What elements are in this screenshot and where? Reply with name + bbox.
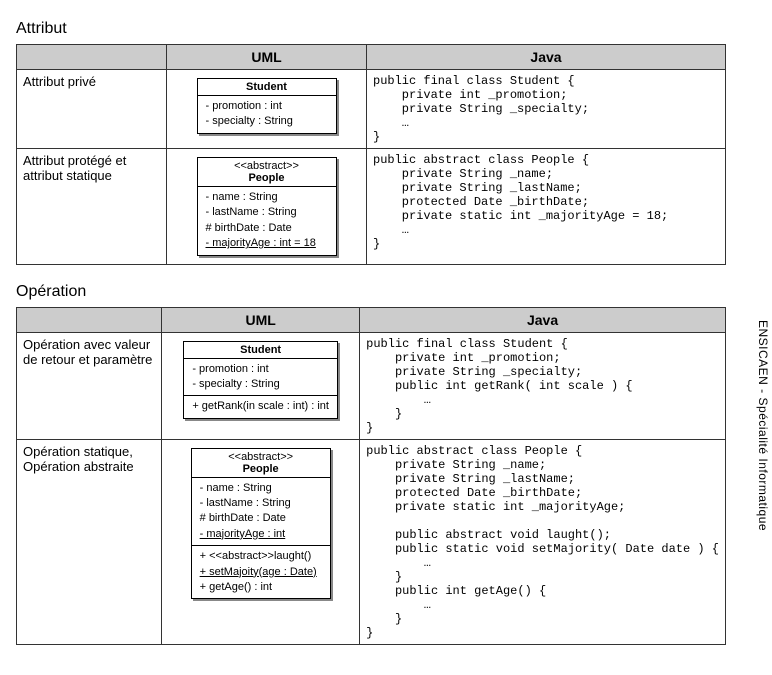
uml-attrs: - name : String - lastName : String # bi… <box>192 478 330 547</box>
uml-attr: - name : String <box>200 481 322 496</box>
side-text: ENSICAEN - Spécialité Informatique <box>756 320 770 531</box>
uml-attr-static: - majorityAge : int = 18 <box>206 236 328 251</box>
uml-stereotype: <<abstract>> <box>234 160 299 172</box>
uml-stereotype: <<abstract>> <box>228 451 293 463</box>
section-title-operation: Opération <box>16 283 756 301</box>
uml-cell: <<abstract>> People - name : String - la… <box>167 149 367 265</box>
java-cell: public final class Student { private int… <box>360 332 726 439</box>
uml-attr: - specialty : String <box>206 114 328 129</box>
section-title-attribut: Attribut <box>16 20 756 38</box>
row-label: Opération avec valeur de retour et param… <box>17 332 162 439</box>
uml-class-name: People <box>248 172 284 184</box>
uml-attr: # birthDate : Date <box>200 511 322 526</box>
uml-attr-static: - majorityAge : int <box>200 527 322 542</box>
uml-class-student: Student - promotion : int - specialty : … <box>183 341 338 419</box>
uml-class-people: <<abstract>> People - name : String - la… <box>191 448 331 600</box>
uml-ops: + getRank(in scale : int) : int <box>184 396 337 417</box>
header-uml: UML <box>167 45 367 70</box>
uml-attr: - lastName : String <box>200 496 322 511</box>
uml-cell: Student - promotion : int - specialty : … <box>167 70 367 149</box>
table-attribut: UML Java Attribut privé Student - promot… <box>16 44 726 265</box>
header-blank <box>17 307 162 332</box>
uml-class-student: Student - promotion : int - specialty : … <box>197 78 337 134</box>
uml-op: + getAge() : int <box>200 580 322 595</box>
row-label: Attribut privé <box>17 70 167 149</box>
uml-class-name: Student <box>246 81 287 93</box>
uml-attr: - promotion : int <box>192 362 329 377</box>
uml-class-name: People <box>243 463 279 475</box>
uml-op-static: + setMajoity(age : Date) <box>200 565 322 580</box>
uml-attrs: - promotion : int - specialty : String <box>184 359 337 397</box>
uml-cell: Student - promotion : int - specialty : … <box>162 332 360 439</box>
uml-attr: - lastName : String <box>206 205 328 220</box>
header-uml: UML <box>162 307 360 332</box>
row-label: Opération statique, Opération abstraite <box>17 439 162 644</box>
table-operation: UML Java Opération avec valeur de retour… <box>16 307 726 645</box>
java-cell: public final class Student { private int… <box>367 70 726 149</box>
uml-attr: - promotion : int <box>206 99 328 114</box>
row-label: Attribut protégé et attribut statique <box>17 149 167 265</box>
uml-cell: <<abstract>> People - name : String - la… <box>162 439 360 644</box>
uml-op: + <<abstract>>laught() <box>200 549 322 564</box>
header-blank <box>17 45 167 70</box>
header-java: Java <box>367 45 726 70</box>
uml-attr: - specialty : String <box>192 377 329 392</box>
uml-op: + getRank(in scale : int) : int <box>192 399 329 414</box>
uml-attr: - name : String <box>206 190 328 205</box>
uml-class-people: <<abstract>> People - name : String - la… <box>197 157 337 256</box>
uml-attr: # birthDate : Date <box>206 221 328 236</box>
header-java: Java <box>360 307 726 332</box>
table-row: Opération statique, Opération abstraite … <box>17 439 726 644</box>
java-cell: public abstract class People { private S… <box>360 439 726 644</box>
uml-attrs: - name : String - lastName : String # bi… <box>198 187 336 255</box>
uml-attrs: - promotion : int - specialty : String <box>198 96 336 133</box>
uml-class-name: Student <box>240 344 281 356</box>
table-row: Opération avec valeur de retour et param… <box>17 332 726 439</box>
table-row: Attribut protégé et attribut statique <<… <box>17 149 726 265</box>
java-cell: public abstract class People { private S… <box>367 149 726 265</box>
table-row: Attribut privé Student - promotion : int… <box>17 70 726 149</box>
uml-ops: + <<abstract>>laught() + setMajoity(age … <box>192 546 330 598</box>
